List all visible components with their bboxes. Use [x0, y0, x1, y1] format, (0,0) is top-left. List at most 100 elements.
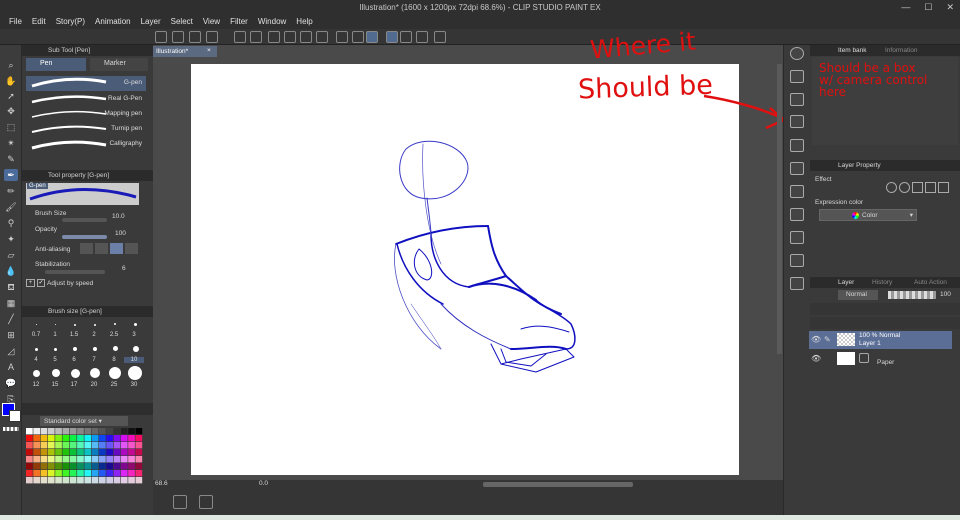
brush-tool-icon[interactable]: 🖌: [4, 201, 18, 213]
scrollbar-thumb[interactable]: [483, 482, 633, 487]
color-swatch[interactable]: [77, 442, 84, 449]
adjust-by-speed-checkbox[interactable]: ✓: [37, 279, 45, 287]
color-swatch[interactable]: [106, 442, 113, 449]
color-swatch[interactable]: [33, 463, 40, 470]
color-swatch[interactable]: [40, 428, 48, 435]
sub-color-swatch[interactable]: [9, 410, 21, 422]
color-swatch[interactable]: [84, 477, 92, 484]
tab-history[interactable]: History: [872, 279, 892, 286]
opacity-value[interactable]: 100: [115, 230, 135, 237]
color-swatch[interactable]: [106, 470, 113, 477]
color-swatch[interactable]: [69, 442, 77, 449]
color-swatch[interactable]: [84, 435, 92, 442]
color-swatch[interactable]: [135, 477, 143, 484]
text-tool-icon[interactable]: A: [4, 361, 18, 373]
color-swatch[interactable]: [84, 428, 92, 435]
color-swatch[interactable]: [135, 435, 143, 442]
vertical-scrollbar[interactable]: [777, 64, 782, 354]
color-swatch[interactable]: [84, 463, 92, 470]
brush-size-option[interactable]: 6: [64, 357, 84, 363]
menu-layer[interactable]: Layer: [136, 15, 166, 29]
brush-size-slider[interactable]: [62, 218, 107, 222]
color-swatch[interactable]: [62, 470, 70, 477]
color-swatch[interactable]: [69, 435, 77, 442]
material-brush-icon[interactable]: [790, 162, 804, 175]
brush-size-option[interactable]: 20: [84, 382, 104, 388]
color-swatch[interactable]: [120, 435, 128, 442]
brush-size-option[interactable]: 30: [124, 382, 144, 388]
color-swatch[interactable]: [69, 463, 77, 470]
pen-tool-icon[interactable]: ✒: [4, 169, 18, 181]
color-swatch[interactable]: [84, 470, 92, 477]
color-swatch[interactable]: [128, 463, 135, 470]
color-swatch[interactable]: [40, 456, 48, 463]
search-icon[interactable]: [790, 47, 804, 60]
color-swatch[interactable]: [99, 456, 106, 463]
brush-g-pen[interactable]: G-pen: [26, 76, 146, 91]
brush-size-option[interactable]: 4: [26, 357, 46, 363]
snap-special-ruler-icon[interactable]: [400, 31, 412, 43]
color-swatch[interactable]: [47, 477, 55, 484]
brush-size-value[interactable]: 10.0: [112, 213, 132, 220]
zoom-value[interactable]: 68.6: [155, 480, 168, 487]
selection-tool-icon[interactable]: ⬚: [4, 121, 18, 133]
color-swatch[interactable]: [120, 428, 128, 435]
eye-icon[interactable]: 👁: [811, 354, 821, 363]
color-swatch[interactable]: [99, 449, 106, 456]
color-swatch[interactable]: [120, 449, 128, 456]
color-swatch[interactable]: [84, 456, 92, 463]
color-swatch[interactable]: [99, 463, 106, 470]
color-swatch[interactable]: [106, 463, 113, 470]
color-swatch[interactable]: [55, 463, 62, 470]
color-swatch[interactable]: [26, 463, 33, 470]
menu-file[interactable]: File: [4, 15, 27, 29]
fill-tool-icon[interactable]: ⛾: [4, 281, 18, 293]
extract-line-icon[interactable]: [925, 182, 936, 193]
color-swatch[interactable]: [106, 428, 113, 435]
color-swatch[interactable]: [91, 435, 99, 442]
color-swatch[interactable]: [113, 449, 121, 456]
color-swatch[interactable]: [91, 449, 99, 456]
color-swatch[interactable]: [26, 435, 33, 442]
color-swatch[interactable]: [91, 477, 99, 484]
color-swatch[interactable]: [62, 428, 70, 435]
color-swatch[interactable]: [135, 428, 143, 435]
figure-tool-icon[interactable]: ╱: [4, 313, 18, 325]
color-swatch[interactable]: [33, 456, 40, 463]
material-tone-icon[interactable]: [790, 139, 804, 152]
balloon-tool-icon[interactable]: 💬: [4, 377, 18, 389]
color-swatch[interactable]: [135, 456, 143, 463]
airbrush-tool-icon[interactable]: ⚲: [4, 217, 18, 229]
menu-story[interactable]: Story(P): [51, 15, 90, 29]
color-swatch[interactable]: [91, 463, 99, 470]
pencil-tool-icon[interactable]: ✏: [4, 185, 18, 197]
color-swatch[interactable]: [40, 470, 48, 477]
tab-information[interactable]: Information: [885, 47, 918, 54]
brush-size-option[interactable]: 15: [45, 382, 65, 388]
material-icon[interactable]: [790, 70, 804, 83]
blend-mode-select[interactable]: Normal: [838, 290, 878, 300]
gradient-tool-icon[interactable]: ▦: [4, 297, 18, 309]
layer-row[interactable]: 👁 Paper: [809, 350, 952, 368]
color-swatch[interactable]: [77, 470, 84, 477]
color-swatch[interactable]: [128, 456, 135, 463]
close-tab-icon[interactable]: ×: [207, 47, 211, 54]
material-pattern-icon[interactable]: [790, 185, 804, 198]
tab-marker[interactable]: Marker: [90, 58, 148, 71]
color-swatch[interactable]: [47, 435, 55, 442]
material-balloon-icon[interactable]: [790, 231, 804, 244]
print-icon[interactable]: [206, 31, 218, 43]
color-swatch[interactable]: [113, 428, 121, 435]
color-set-select[interactable]: Standard color set ▾: [40, 416, 128, 426]
color-swatch[interactable]: [33, 435, 40, 442]
tab-auto-action[interactable]: Auto Action: [914, 279, 947, 286]
operation-tool-icon[interactable]: ➚: [4, 90, 18, 102]
color-swatch[interactable]: [84, 449, 92, 456]
color-swatch[interactable]: [40, 477, 48, 484]
brush-size-option[interactable]: 5: [45, 357, 65, 363]
layer-opacity-slider[interactable]: [888, 291, 936, 299]
color-swatch[interactable]: [99, 470, 106, 477]
save-icon[interactable]: [189, 31, 201, 43]
clear-icon[interactable]: [268, 31, 280, 43]
menu-window[interactable]: Window: [253, 15, 291, 29]
